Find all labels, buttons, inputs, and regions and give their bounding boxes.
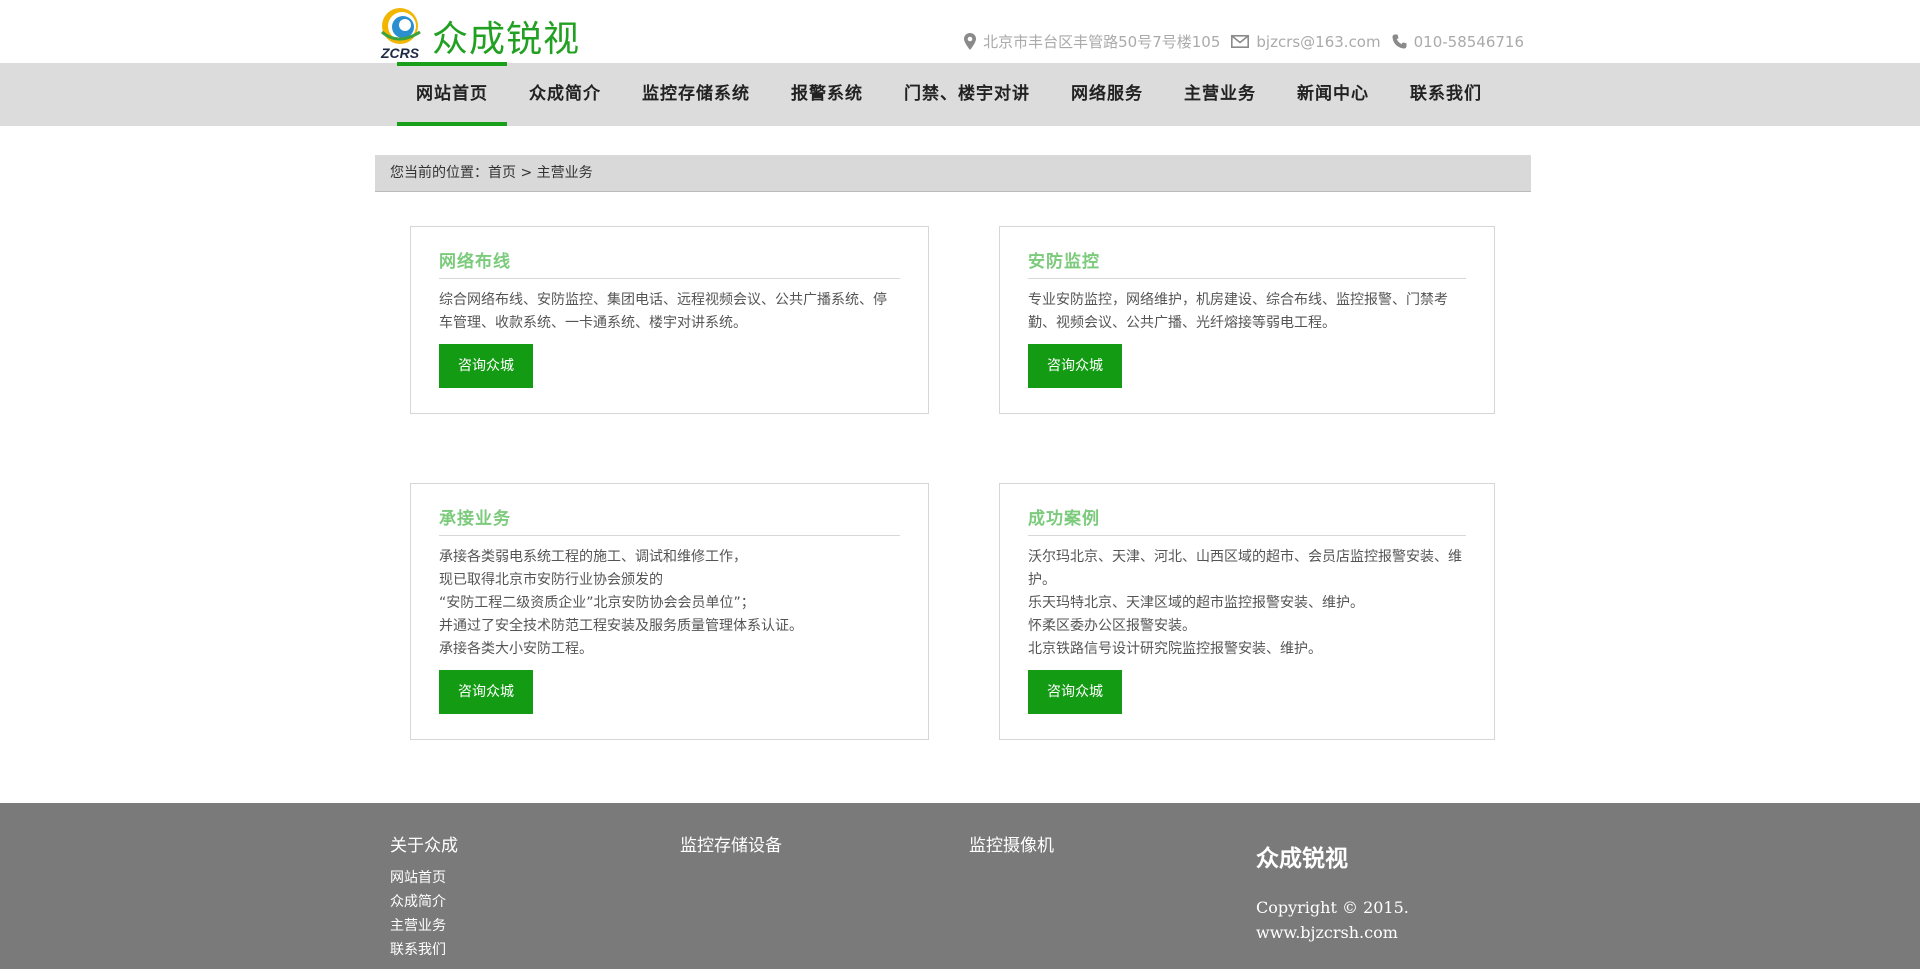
contact-info: 北京市丰台区丰管路50号7号楼105 bjzcrs@163.com 010-58…	[953, 31, 1524, 52]
consult-button[interactable]: 咨询众城	[1028, 344, 1122, 388]
nav-item-access-intercom[interactable]: 门禁、楼宇对讲	[885, 63, 1049, 126]
card-text: 综合网络布线、安防监控、集团电话、远程视频会议、公共广播系统、停车管理、收款系统…	[439, 292, 887, 331]
main-nav: 网站首页 众成简介 监控存储系统 报警系统 门禁、楼宇对讲 网络服务 主营业务 …	[0, 62, 1920, 126]
card-text: 承接各类弱电系统工程的施工、调试和维修工作，	[439, 549, 747, 565]
logo-text: 众成锐视	[432, 19, 581, 60]
nav-list: 网站首页 众成简介 监控存储系统 报警系统 门禁、楼宇对讲 网络服务 主营业务 …	[397, 62, 1504, 126]
card-title: 成功案例	[1028, 504, 1466, 536]
consult-button[interactable]: 咨询众城	[439, 670, 533, 714]
email-text: bjzcrs@163.com	[1256, 32, 1381, 51]
footer-link-about[interactable]: 众成简介	[390, 890, 458, 914]
card-text: 沃尔玛北京、天津、河北、山西区域的超市、会员店监控报警安装、维护。	[1028, 549, 1462, 588]
breadcrumb-prefix: 您当前的位置：	[390, 165, 488, 181]
site-header: ZCRS 众成锐视 北京市丰台区丰管路50号7号楼105 bjzcrs@163.…	[0, 0, 1920, 63]
card-text: 承接各类大小安防工程。	[439, 641, 593, 657]
breadcrumb-current[interactable]: 主营业务	[537, 165, 593, 181]
nav-item-home[interactable]: 网站首页	[397, 62, 507, 126]
card-title: 网络布线	[439, 247, 900, 279]
phone-text: 010-58546716	[1413, 32, 1524, 51]
nav-item-news[interactable]: 新闻中心	[1278, 63, 1388, 126]
card-text: “安防工程二级资质企业”北京安防协会会员单位”；	[439, 595, 755, 611]
svg-text:ZCRS: ZCRS	[380, 45, 420, 60]
card-body: 沃尔玛北京、天津、河北、山西区域的超市、会员店监控报警安装、维护。 乐天玛特北京…	[1028, 546, 1466, 661]
card-body: 综合网络布线、安防监控、集团电话、远程视频会议、公共广播系统、停车管理、收款系统…	[439, 289, 900, 335]
address-text: 北京市丰台区丰管路50号7号楼105	[983, 33, 1221, 51]
breadcrumb: 您当前的位置：首页 > 主营业务	[375, 155, 1531, 192]
card-undertaken-business: 承接业务 承接各类弱电系统工程的施工、调试和维修工作， 现已取得北京市安防行业协…	[410, 483, 929, 740]
card-text: 乐天玛特北京、天津区域的超市监控报警安装、维护。	[1028, 595, 1364, 611]
nav-item-monitoring-storage[interactable]: 监控存储系统	[623, 63, 769, 126]
breadcrumb-separator: >	[516, 165, 537, 181]
card-success-cases: 成功案例 沃尔玛北京、天津、河北、山西区域的超市、会员店监控报警安装、维护。 乐…	[999, 483, 1495, 740]
contact-email[interactable]: bjzcrs@163.com	[1231, 32, 1381, 51]
footer-link-business[interactable]: 主营业务	[390, 914, 458, 938]
footer-col-about: 关于众成 网站首页 众成简介 主营业务 联系我们	[390, 831, 458, 962]
nav-item-network-service[interactable]: 网络服务	[1052, 63, 1162, 126]
phone-icon	[1392, 34, 1407, 49]
card-body: 承接各类弱电系统工程的施工、调试和维修工作， 现已取得北京市安防行业协会颁发的 …	[439, 546, 900, 661]
card-title: 承接业务	[439, 504, 900, 536]
card-text: 北京铁路信号设计研究院监控报警安装、维护。	[1028, 641, 1322, 657]
location-pin-icon	[964, 33, 977, 50]
nav-item-about[interactable]: 众成简介	[510, 63, 620, 126]
card-body: 专业安防监控，网络维护，机房建设、综合布线、监控报警、门禁考勤、视频会议、公共广…	[1028, 289, 1466, 335]
nav-item-main-business[interactable]: 主营业务	[1165, 63, 1275, 126]
footer-col-title[interactable]: 关于众成	[390, 831, 458, 856]
card-security-monitoring: 安防监控 专业安防监控，网络维护，机房建设、综合布线、监控报警、门禁考勤、视频会…	[999, 226, 1495, 414]
footer-link-contact[interactable]: 联系我们	[390, 938, 458, 962]
logo-icon: ZCRS	[380, 8, 421, 60]
site-footer: 关于众成 网站首页 众成简介 主营业务 联系我们 监控存储设备 监控摄像机 众成…	[0, 803, 1920, 969]
nav-item-alarm[interactable]: 报警系统	[772, 63, 882, 126]
card-title: 安防监控	[1028, 247, 1466, 279]
logo[interactable]: ZCRS 众成锐视	[376, 6, 596, 60]
card-text: 专业安防监控，网络维护，机房建设、综合布线、监控报警、门禁考勤、视频会议、公共广…	[1028, 292, 1448, 331]
footer-copyright: Copyright © 2015.	[1256, 898, 1409, 917]
nav-item-contact[interactable]: 联系我们	[1391, 63, 1501, 126]
card-text: 现已取得北京市安防行业协会颁发的	[439, 572, 663, 588]
breadcrumb-home-link[interactable]: 首页	[488, 165, 516, 181]
contact-address: 北京市丰台区丰管路50号7号楼105	[964, 31, 1220, 52]
footer-brand-name: 众成锐视	[1256, 845, 1348, 872]
footer-col-cameras: 监控摄像机	[969, 831, 1054, 866]
footer-link-home[interactable]: 网站首页	[390, 866, 458, 890]
card-text: 并通过了安全技术防范工程安装及服务质量管理体系认证。	[439, 618, 803, 634]
contact-phone[interactable]: 010-58546716	[1392, 33, 1524, 51]
card-text: 怀柔区委办公区报警安装。	[1028, 618, 1196, 634]
footer-col-title[interactable]: 监控摄像机	[969, 831, 1054, 856]
footer-col-title[interactable]: 监控存储设备	[680, 831, 782, 856]
consult-button[interactable]: 咨询众城	[1028, 670, 1122, 714]
consult-button[interactable]: 咨询众城	[439, 344, 533, 388]
footer-site-url[interactable]: www.bjzcrsh.com	[1256, 920, 1409, 945]
card-network-cabling: 网络布线 综合网络布线、安防监控、集团电话、远程视频会议、公共广播系统、停车管理…	[410, 226, 929, 414]
footer-col-storage: 监控存储设备	[680, 831, 782, 866]
envelope-icon	[1231, 35, 1250, 48]
footer-brand: 众成锐视 Copyright © 2015. www.bjzcrsh.com	[1256, 839, 1409, 945]
